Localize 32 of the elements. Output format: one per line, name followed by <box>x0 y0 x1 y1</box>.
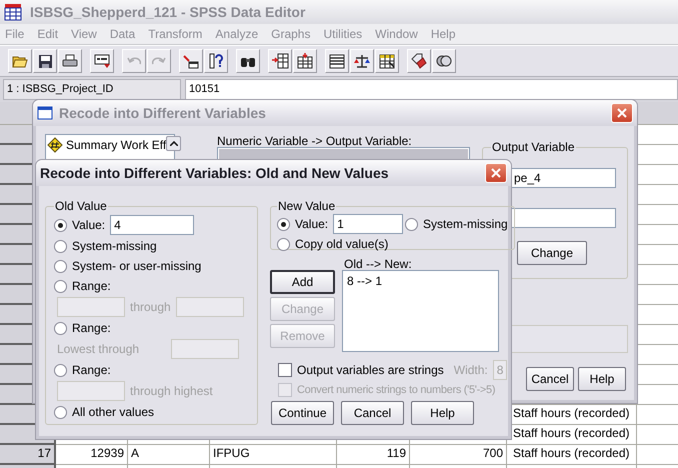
range-caption: Lowest through <box>57 342 140 356</box>
option-label: System-missing <box>423 217 508 231</box>
option-label: Value: <box>295 217 328 231</box>
checkbox-label: Output variables are strings <box>297 363 444 377</box>
option-label: Range: <box>72 363 111 377</box>
window-title: ISBSG_Shepperd_121 - SPSS Data Editor <box>30 4 306 20</box>
option-label: Range: <box>72 279 111 293</box>
option-label: Copy old value(s) <box>295 237 388 251</box>
option-label: System-missing <box>72 239 157 253</box>
dialog-title: Recode into Different Variables: Old and New Values <box>40 165 389 181</box>
mapping-label: Numeric Variable -> Output Variable: <box>217 134 413 147</box>
table-cell: A <box>128 445 210 465</box>
option-label: System- or user-missing <box>72 259 202 273</box>
table-cell: 119 <box>337 445 410 465</box>
group-title: New Value <box>277 199 336 213</box>
group-title: Old Value <box>54 199 108 213</box>
cell-reference: 1 : ISBSG_Project_ID <box>3 79 181 100</box>
width-label: Width: <box>454 363 488 377</box>
table-cell: 700 <box>410 445 507 465</box>
option-label: Range: <box>72 321 111 335</box>
range-caption: through <box>130 300 171 314</box>
option-label: All other values <box>72 405 154 419</box>
dialog-title: Recode into Different Variables <box>59 105 266 121</box>
option-label: Value: <box>72 218 106 232</box>
checkbox-label: Convert numeric strings to numbers ('5'->5) <box>297 384 496 396</box>
list-label: Old --> New: <box>343 257 413 270</box>
table-cell: IFPUG <box>210 445 337 465</box>
table-cell: Staff hours (recorded) <box>507 425 637 445</box>
table-cell: Staff hours (recorded) <box>507 445 637 465</box>
range-caption: through highest <box>130 384 213 398</box>
table-cell: 12939 <box>56 445 128 465</box>
group-title: Output Variable <box>491 140 576 154</box>
